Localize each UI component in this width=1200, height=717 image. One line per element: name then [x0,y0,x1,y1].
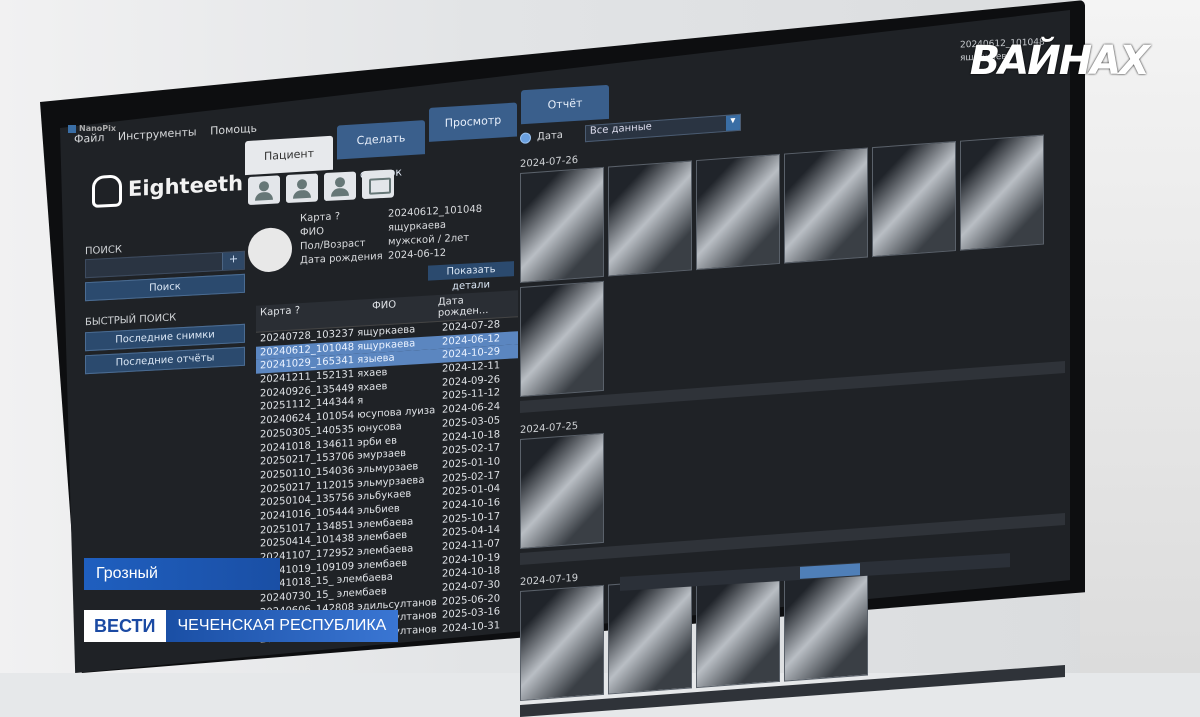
xray-thumbnail[interactable] [520,166,604,284]
chevron-down-icon: ▾ [725,114,740,131]
xray-thumbnail[interactable] [784,565,868,682]
xray-thumbnail[interactable] [696,571,780,689]
image-group: 2024-07-26 [520,119,1065,414]
tab-capture[interactable]: Сделать снимок [337,120,425,181]
search-plus-button[interactable]: + [222,251,244,271]
xray-thumbnail[interactable] [872,140,956,258]
menu-file[interactable]: Файл [74,131,104,146]
patient-avatar [248,226,292,274]
image-viewer: Дата Все данные ▾ 2024-07-26 2024-07-25 20… [520,90,1065,717]
news-brand: ВЕСТИ [84,610,166,642]
app-icon [68,124,76,133]
xray-thumbnail[interactable] [520,280,604,398]
xray-thumbnail[interactable] [520,432,604,550]
delete-patient-icon[interactable] [324,171,356,202]
tab-report[interactable]: Отчёт [521,84,609,125]
patient-table: Карта ? ФИО Дата рожден... 20240728_1032… [256,290,518,647]
tab-patient[interactable]: Пациент [245,135,333,176]
search-input[interactable] [86,253,222,278]
image-group: 2024-07-25 [520,385,1065,566]
search-button[interactable]: Поиск [85,273,245,302]
table-body: 20240728_103237 ящуркаева 2024-07-28 20240… [256,317,518,647]
left-panel: ПОИСК + Поиск БЫСТРЫЙ ПОИСК Последние сн… [85,236,245,375]
xray-thumbnail[interactable] [608,160,692,277]
tooth-icon [92,174,122,208]
xray-thumbnail[interactable] [784,147,868,264]
patient-labels: Карта ? ФИО Пол/Возраст Дата рождения [300,208,388,271]
date-filter-value: Все данные [589,121,652,137]
logo-text: Eighteeth [128,171,244,202]
channel-logo: ВАЙНАХ [969,38,1150,84]
news-caption: ВЕСТИ ЧЕЧЕНСКАЯ РЕСПУБЛИКА [84,610,399,642]
background-right [1080,0,1200,673]
add-patient-icon[interactable] [248,175,280,206]
tab-view[interactable]: Просмотр [429,102,517,142]
patient-card-icon[interactable] [362,169,394,200]
edit-patient-icon[interactable] [286,173,318,204]
xray-thumbnail[interactable] [960,134,1044,251]
xray-thumbnail[interactable] [608,578,692,695]
patient-panel: Карта ? ФИО Пол/Возраст Дата рождения 20… [248,163,518,292]
news-region: ЧЕЧЕНСКАЯ РЕСПУБЛИКА [165,610,399,642]
city-caption: Грозный [84,558,280,590]
xray-thumbnail[interactable] [520,584,604,702]
date-filter-label: Дата [537,129,563,143]
col-dob[interactable]: Дата рожден... [434,290,518,321]
xray-thumbnail[interactable] [696,153,780,271]
col-card[interactable]: Карта ? [256,301,334,332]
patient-values: 20240612_101048 ящуркаева мужской / 2лет… [388,203,482,266]
scrollbar-thumb[interactable] [800,563,860,579]
image-groups: 2024-07-26 2024-07-25 2024-07-19 [520,119,1065,717]
date-radio[interactable] [520,132,531,145]
